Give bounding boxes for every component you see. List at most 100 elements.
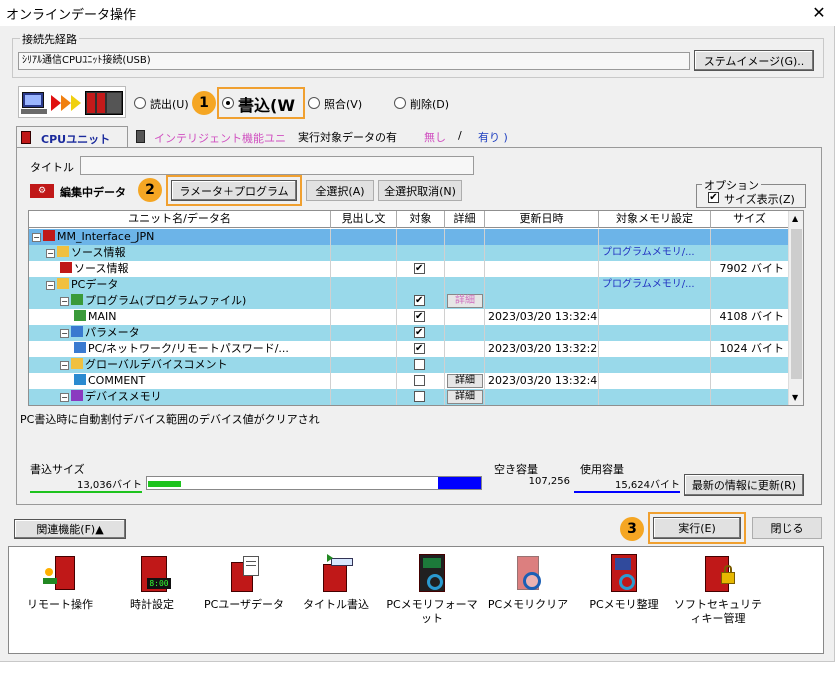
table-row[interactable]: − ソース情報 プログラムメモリ/...: [29, 245, 789, 261]
project-icon: [43, 230, 55, 241]
row-memory-cell: [599, 325, 711, 341]
row-detail-cell: [445, 229, 485, 245]
clock-setting-label: 時計設定: [130, 598, 174, 611]
remote-operation-tool[interactable]: リモート操作: [12, 554, 108, 644]
target-checkbox[interactable]: [414, 325, 425, 341]
target-checkbox[interactable]: [414, 261, 425, 277]
title-write-tool[interactable]: タイトル書込: [288, 554, 384, 644]
detail-button[interactable]: 詳細: [447, 294, 483, 308]
verify-radio[interactable]: [308, 97, 320, 109]
collapse-icon[interactable]: −: [46, 281, 55, 290]
row-date-cell: [485, 261, 599, 277]
table-row[interactable]: − デバイスメモリ 詳細: [29, 389, 789, 405]
collapse-icon[interactable]: −: [32, 233, 41, 242]
collapse-icon[interactable]: −: [60, 329, 69, 338]
table-row[interactable]: − プログラム(プログラムファイル) 詳細: [29, 293, 789, 309]
header-size[interactable]: サイズ: [711, 211, 789, 228]
pc-memory-organize-tool[interactable]: PCメモリ整理: [576, 554, 672, 644]
target-checkbox[interactable]: [414, 375, 425, 386]
remote-operation-label: リモート操作: [27, 598, 93, 611]
related-functions-button[interactable]: 関連機能(F)▲: [14, 519, 126, 539]
header-heading[interactable]: 見出し文: [331, 211, 397, 228]
target-checkbox[interactable]: [414, 341, 425, 357]
table-row[interactable]: ソース情報 7902 バイト: [29, 261, 789, 277]
pc-memory-format-tool[interactable]: PCメモリフォーマット: [384, 554, 480, 644]
row-date-cell: [485, 357, 599, 373]
row-name: MAIN: [88, 310, 117, 323]
pc-user-data-tool[interactable]: PCユーザデータ: [196, 554, 292, 644]
row-target-cell: [397, 261, 445, 277]
title-field-label: タイトル: [30, 161, 74, 174]
row-memory-cell[interactable]: プログラムメモリ/...: [599, 245, 711, 261]
refresh-button[interactable]: 最新の情報に更新(R): [684, 474, 804, 496]
collapse-icon[interactable]: −: [60, 393, 69, 402]
row-memory-cell[interactable]: プログラムメモリ/...: [599, 277, 711, 293]
collapse-icon[interactable]: −: [46, 249, 55, 258]
size-display-checkbox[interactable]: ✔: [708, 192, 719, 203]
target-checkbox[interactable]: [414, 391, 425, 402]
clock-setting-tool[interactable]: 8:00 時計設定: [104, 554, 200, 644]
header-updated[interactable]: 更新日時: [485, 211, 599, 228]
detail-button[interactable]: 詳細: [447, 374, 483, 388]
software-security-key-tool[interactable]: ソフトセキュリティキー管理: [670, 554, 766, 644]
used-capacity-label: 使用容量: [580, 463, 624, 476]
write-size-value: 13,036バイト: [77, 480, 142, 491]
header-target[interactable]: 対象: [397, 211, 445, 228]
row-target-cell: [397, 325, 445, 341]
select-all-button[interactable]: 全選択(A): [306, 180, 374, 201]
parameter-file-icon: [74, 342, 86, 353]
target-checkbox[interactable]: [414, 309, 425, 325]
row-name-cell: − プログラム(プログラムファイル): [29, 293, 331, 309]
table-row[interactable]: MAIN 2023/03/20 13:32:42 4108 バイト: [29, 309, 789, 325]
collapse-icon[interactable]: −: [60, 361, 69, 370]
table-row[interactable]: COMMENT 詳細 2023/03/20 13:32:41: [29, 373, 789, 389]
table-row[interactable]: − グローバルデバイスコメント: [29, 357, 789, 373]
table-vertical-scrollbar[interactable]: ▲ ▼: [788, 211, 803, 405]
folder-icon: [57, 246, 69, 257]
table-row[interactable]: PC/ネットワーク/リモートパスワード/... 2023/03/20 13:32:…: [29, 341, 789, 357]
read-radio[interactable]: [134, 97, 146, 109]
header-unit-name[interactable]: ユニット名/データ名: [29, 211, 331, 228]
plc-connection-icon: [18, 86, 126, 118]
editing-data-icon: ⚙: [30, 184, 54, 198]
row-detail-cell: 詳細: [445, 293, 485, 309]
detail-button[interactable]: 詳細: [447, 390, 483, 404]
target-checkbox[interactable]: [414, 359, 425, 370]
target-checkbox[interactable]: [414, 293, 425, 309]
scroll-thumb[interactable]: [791, 229, 802, 379]
row-name-cell: − PCデータ: [29, 277, 331, 293]
write-radio[interactable]: [222, 97, 234, 109]
source-info-icon: [60, 262, 72, 273]
deselect-all-button[interactable]: 全選択取消(N): [378, 180, 462, 201]
header-memory[interactable]: 対象メモリ設定: [599, 211, 711, 228]
header-detail[interactable]: 詳細: [445, 211, 485, 228]
table-row[interactable]: − パラメータ: [29, 325, 789, 341]
collapse-icon[interactable]: −: [60, 297, 69, 306]
free-capacity-value: 107,256: [528, 476, 570, 487]
scroll-down-icon[interactable]: ▼: [792, 393, 798, 402]
row-date-cell: 2023/03/20 13:32:41: [485, 373, 599, 389]
pc-user-data-label: PCユーザデータ: [203, 598, 285, 611]
row-size-cell: [711, 325, 789, 341]
system-image-button[interactable]: ステムイメージ(G)..: [694, 50, 814, 71]
table-row[interactable]: − MM_Interface_JPN: [29, 229, 789, 245]
pc-memory-organize-icon: [605, 554, 643, 594]
row-name: COMMENT: [88, 374, 146, 387]
close-button[interactable]: 閉じる: [752, 517, 822, 539]
title-field[interactable]: [80, 156, 474, 175]
delete-radio[interactable]: [394, 97, 406, 109]
execute-button[interactable]: 実行(E): [653, 517, 741, 539]
tab-cpu-unit[interactable]: CPUユニット: [16, 126, 128, 148]
pc-memory-clear-tool[interactable]: PCメモリクリア: [480, 554, 576, 644]
used-capacity-value: 15,624バイト: [615, 480, 680, 491]
row-size-cell: [711, 229, 789, 245]
scroll-up-icon[interactable]: ▲: [792, 214, 798, 223]
param-program-button[interactable]: ラメータ＋プログラム: [171, 180, 297, 201]
table-row[interactable]: − PCデータ プログラムメモリ/...: [29, 277, 789, 293]
row-date-cell: 2023/03/20 13:32:29: [485, 341, 599, 357]
folder-icon: [57, 278, 69, 289]
folder-icon: [71, 358, 83, 369]
remote-operation-icon: [41, 554, 79, 594]
close-icon[interactable]: ✕: [808, 3, 830, 23]
tab-intelligent-unit[interactable]: インテリジェント機能ユニ: [134, 128, 300, 148]
